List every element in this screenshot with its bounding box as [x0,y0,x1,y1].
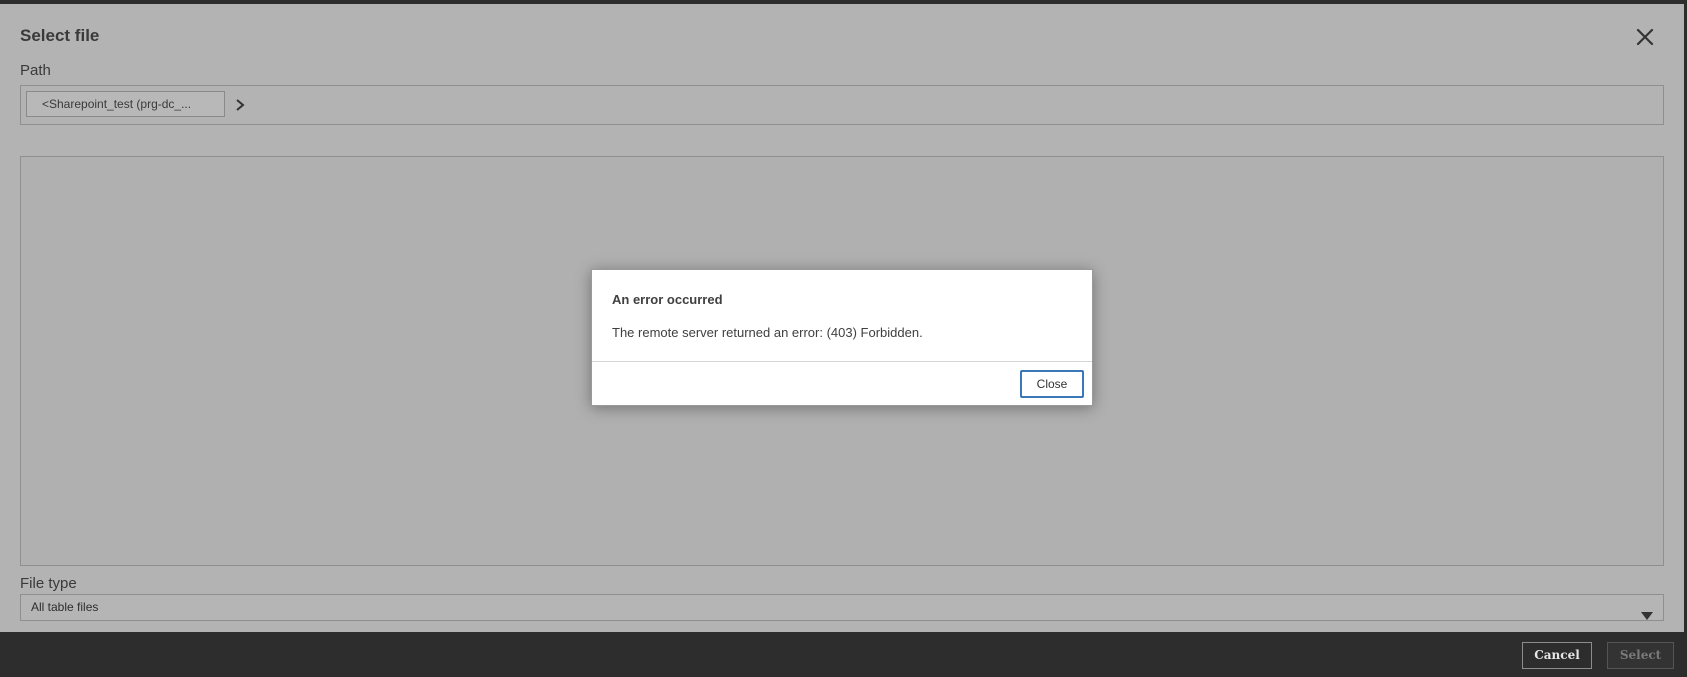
cancel-button[interactable]: Cancel [1522,642,1592,669]
file-type-value: All table files [31,600,99,614]
breadcrumb-item-sharepoint[interactable]: <Sharepoint_test (prg-dc_... [26,91,225,117]
modal-divider [592,361,1092,362]
error-title: An error occurred [612,292,723,307]
breadcrumb: <Sharepoint_test (prg-dc_... [20,85,1664,125]
path-label: Path [20,62,51,79]
error-modal: An error occurred The remote server retu… [591,269,1093,406]
chevron-right-icon[interactable] [233,97,247,113]
modal-close-button[interactable]: Close [1020,370,1084,398]
file-type-select[interactable]: All table files [20,594,1664,621]
app-frame: Select file Path <Sharepoint_test (prg-d… [0,0,1687,677]
error-message: The remote server returned an error: (40… [612,325,923,340]
close-icon[interactable] [1632,24,1658,50]
caret-down-icon [1641,604,1653,620]
file-type-label: File type [20,575,77,592]
select-button[interactable]: Select [1607,642,1674,669]
dialog-title: Select file [20,26,100,45]
